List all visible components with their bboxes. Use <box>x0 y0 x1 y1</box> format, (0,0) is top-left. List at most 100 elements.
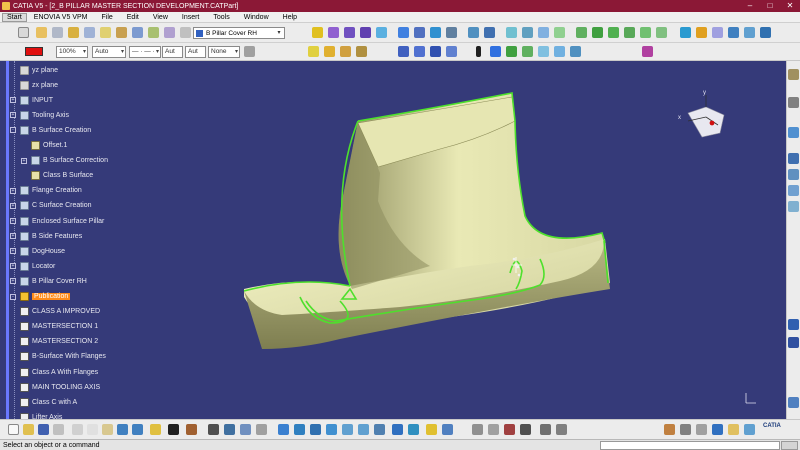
boundary-icon[interactable] <box>446 27 457 38</box>
replication-icon[interactable] <box>788 153 799 164</box>
circle-icon[interactable] <box>506 46 517 57</box>
geometrical-set-icon[interactable] <box>36 27 47 38</box>
menu-tools[interactable]: Tools <box>206 14 236 21</box>
close-button[interactable]: ✕ <box>780 0 800 12</box>
tree-item[interactable]: + INPUT <box>10 94 53 106</box>
fill-icon[interactable] <box>360 27 371 38</box>
tree-item[interactable]: MASTERSECTION 2 <box>20 336 98 348</box>
tree-item[interactable]: + B Side Features <box>10 230 82 242</box>
draft-analysis-icon[interactable] <box>696 27 707 38</box>
sketch-tools-icon[interactable] <box>788 69 799 80</box>
format-painter-icon[interactable] <box>244 46 255 57</box>
graph-icon[interactable] <box>788 397 799 408</box>
constraint-icon[interactable] <box>788 97 799 108</box>
arc-icon[interactable] <box>522 46 533 57</box>
paint-icon[interactable] <box>642 46 653 57</box>
trim-icon[interactable] <box>430 27 441 38</box>
expand-icon[interactable]: + <box>10 218 16 224</box>
command-button[interactable] <box>781 441 798 450</box>
projection-icon[interactable] <box>164 27 175 38</box>
expand-icon[interactable]: + <box>10 263 16 270</box>
join-icon[interactable] <box>398 27 409 38</box>
tree-item[interactable]: + B Surface Correction <box>21 155 108 167</box>
connect-icon[interactable] <box>656 27 667 38</box>
maximize-button[interactable]: □ <box>760 0 780 12</box>
extrapolate-icon[interactable] <box>554 27 565 38</box>
tree-item[interactable]: + DogHouse <box>10 245 65 257</box>
menu-help[interactable]: Help <box>276 14 304 21</box>
expand-icon[interactable]: + <box>10 202 16 209</box>
tree-item[interactable]: CLASS A IMPROVED <box>20 306 100 318</box>
hide-icon[interactable] <box>426 424 437 435</box>
body-icon[interactable] <box>52 27 63 38</box>
light-icon[interactable] <box>520 424 531 435</box>
menu-start[interactable]: Start <box>2 12 27 22</box>
expand-icon[interactable]: + <box>10 112 16 119</box>
points-icon[interactable] <box>116 27 127 38</box>
minimize-button[interactable]: – <box>740 0 760 12</box>
settings-icon[interactable] <box>696 424 707 435</box>
zoom-out-icon[interactable] <box>358 424 369 435</box>
swap-visible-icon[interactable] <box>442 424 453 435</box>
box-icon[interactable] <box>414 46 425 57</box>
expand-icon[interactable]: + <box>10 97 16 104</box>
tree-item[interactable]: Class C with A <box>20 396 77 408</box>
fillet-icon[interactable] <box>506 27 517 38</box>
folder-icon[interactable] <box>728 424 739 435</box>
menu-insert[interactable]: Insert <box>175 14 207 21</box>
offset-icon[interactable] <box>356 46 367 57</box>
collapse-icon[interactable]: - <box>10 127 16 134</box>
redo-icon[interactable] <box>132 424 143 435</box>
line-type-combo[interactable]: — · — · ▾ <box>129 46 161 58</box>
draft-icon[interactable] <box>538 27 549 38</box>
measure-icon[interactable] <box>68 27 79 38</box>
apply-material-icon[interactable] <box>504 424 515 435</box>
surface-tools-icon[interactable] <box>788 127 799 138</box>
axis-system-icon[interactable] <box>592 27 603 38</box>
expand-icon[interactable]: + <box>10 233 16 240</box>
curvature-icon[interactable] <box>712 27 723 38</box>
tree-item[interactable]: + C Surface Creation <box>10 200 92 212</box>
menu-edit[interactable]: Edit <box>120 14 146 21</box>
save-icon[interactable] <box>38 424 49 435</box>
material-icon[interactable] <box>488 424 499 435</box>
multi-section-surface-icon[interactable] <box>376 27 387 38</box>
help-icon[interactable] <box>744 424 755 435</box>
cut-icon[interactable] <box>72 424 83 435</box>
fly-mode-icon[interactable] <box>278 424 289 435</box>
line-weight-combo[interactable]: Auto ▾ <box>92 46 126 58</box>
insert-body-icon[interactable] <box>100 27 111 38</box>
expand-icon[interactable]: + <box>10 248 16 255</box>
translate-icon[interactable] <box>468 27 479 38</box>
compass-tool-icon[interactable] <box>680 424 691 435</box>
ordered-set-icon[interactable] <box>84 27 95 38</box>
transparency-combo[interactable]: 100% ▾ <box>56 46 88 58</box>
conic-icon[interactable] <box>538 46 549 57</box>
tree-item[interactable]: yz plane <box>20 64 58 76</box>
sweep-icon[interactable] <box>344 27 355 38</box>
command-input[interactable] <box>600 441 780 450</box>
compass-handle[interactable] <box>709 120 715 126</box>
menu-file[interactable]: File <box>94 14 119 21</box>
catalog-icon[interactable] <box>788 319 799 330</box>
lines-icon[interactable] <box>132 27 143 38</box>
tree-item[interactable]: + Enclosed Surface Pillar <box>10 215 104 227</box>
helix-icon[interactable] <box>640 27 651 38</box>
view-mode-icon[interactable] <box>408 424 419 435</box>
scaling-icon[interactable] <box>788 201 799 212</box>
menu-enovia[interactable]: ENOVIA V5 VPM <box>27 14 95 21</box>
collapse-icon[interactable]: - <box>10 293 16 300</box>
tree-item[interactable]: Offset.1 <box>31 140 67 152</box>
manual-update-icon[interactable] <box>240 424 251 435</box>
multi-view-icon[interactable] <box>256 424 267 435</box>
spline-icon[interactable] <box>624 27 635 38</box>
copy-icon[interactable] <box>87 424 98 435</box>
tree-item[interactable]: Lifter Axis <box>20 411 62 419</box>
3d-viewport[interactable]: yz plane zx plane + INPUT + Tooling Axis - B Su… <box>0 61 786 419</box>
knowledge-icon[interactable] <box>788 337 799 348</box>
rendering-combo[interactable]: None ▾ <box>208 46 240 58</box>
measure-item-icon[interactable] <box>540 424 551 435</box>
macro-icon[interactable] <box>208 424 219 435</box>
print-icon[interactable] <box>53 424 64 435</box>
tree-item[interactable]: B-Surface With Flanges <box>20 351 106 363</box>
